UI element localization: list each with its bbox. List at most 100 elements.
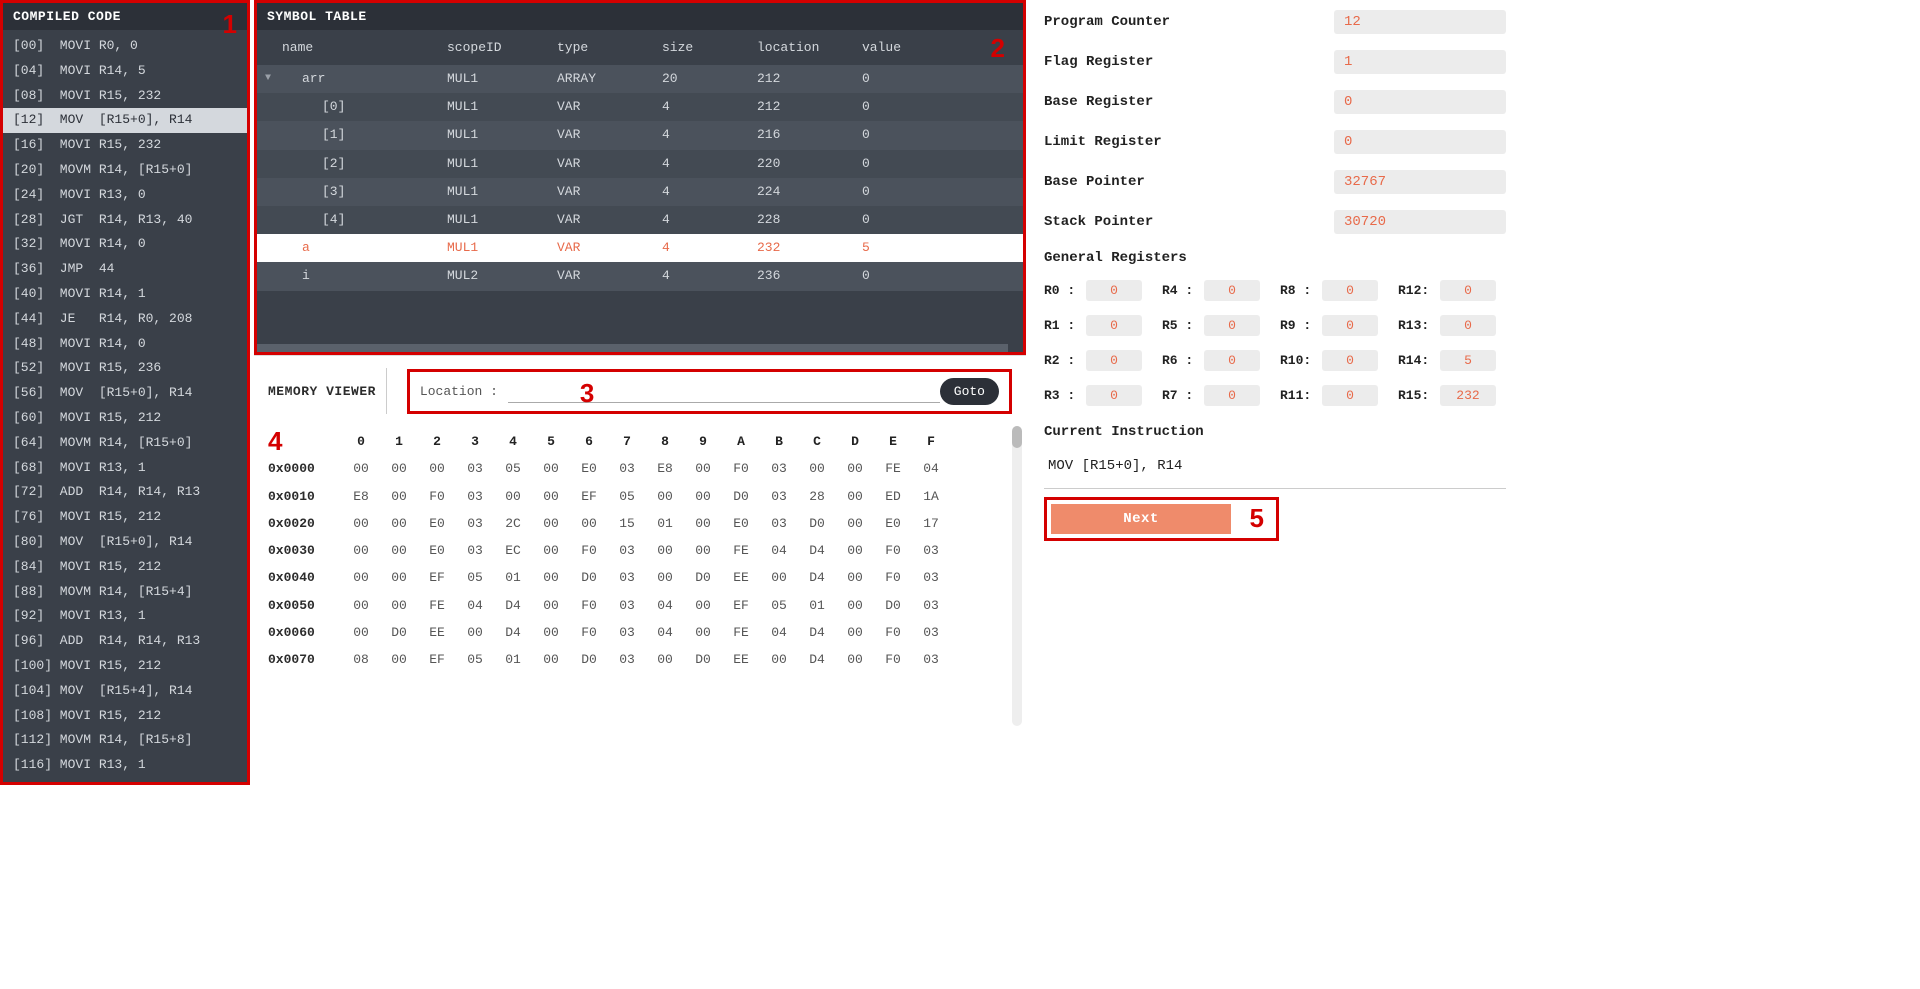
memory-cell[interactable]: FE bbox=[874, 455, 912, 482]
memory-cell[interactable]: 03 bbox=[912, 619, 950, 646]
memory-cell[interactable]: EF bbox=[570, 483, 608, 510]
symbol-row[interactable]: [3]MUL1VAR42240 bbox=[257, 178, 1023, 206]
memory-cell[interactable]: E8 bbox=[342, 483, 380, 510]
memory-cell[interactable]: 00 bbox=[684, 537, 722, 564]
code-line[interactable]: [20] MOVM R14, [R15+0] bbox=[3, 158, 247, 183]
code-line[interactable]: [88] MOVM R14, [R15+4] bbox=[3, 580, 247, 605]
memory-cell[interactable]: 00 bbox=[380, 564, 418, 591]
memory-cell[interactable]: 00 bbox=[684, 483, 722, 510]
memory-cell[interactable]: 00 bbox=[532, 510, 570, 537]
code-line[interactable]: [68] MOVI R13, 1 bbox=[3, 456, 247, 481]
code-line[interactable]: [00] MOVI R0, 0 bbox=[3, 34, 247, 59]
memory-cell[interactable]: 00 bbox=[684, 510, 722, 537]
goto-button[interactable]: Goto bbox=[940, 378, 999, 405]
code-line[interactable]: [44] JE R14, R0, 208 bbox=[3, 307, 247, 332]
memory-cell[interactable]: 01 bbox=[646, 510, 684, 537]
symbol-row[interactable]: [0]MUL1VAR42120 bbox=[257, 93, 1023, 121]
memory-cell[interactable]: D0 bbox=[798, 510, 836, 537]
memory-cell[interactable]: 00 bbox=[342, 592, 380, 619]
memory-cell[interactable]: F0 bbox=[722, 455, 760, 482]
symbol-row[interactable]: [2]MUL1VAR42200 bbox=[257, 150, 1023, 178]
memory-cell[interactable]: D4 bbox=[798, 619, 836, 646]
memory-cell[interactable]: 05 bbox=[456, 564, 494, 591]
symbol-row[interactable]: ▼arrMUL1ARRAY202120 bbox=[257, 65, 1023, 93]
memory-cell[interactable]: 00 bbox=[532, 455, 570, 482]
memory-cell[interactable]: 03 bbox=[608, 646, 646, 673]
memory-cell[interactable]: 00 bbox=[760, 564, 798, 591]
memory-cell[interactable]: D0 bbox=[874, 592, 912, 619]
memory-cell[interactable]: EF bbox=[418, 564, 456, 591]
next-button[interactable]: Next bbox=[1051, 504, 1231, 534]
code-line[interactable]: [36] JMP 44 bbox=[3, 257, 247, 282]
memory-cell[interactable]: 03 bbox=[912, 537, 950, 564]
memory-scrollbar[interactable] bbox=[1012, 426, 1022, 726]
memory-cell[interactable]: EC bbox=[494, 537, 532, 564]
code-line[interactable]: [104] MOV [R15+4], R14 bbox=[3, 679, 247, 704]
memory-cell[interactable]: 00 bbox=[532, 564, 570, 591]
memory-cell[interactable]: 00 bbox=[836, 455, 874, 482]
memory-cell[interactable]: 00 bbox=[532, 537, 570, 564]
memory-cell[interactable]: EF bbox=[418, 646, 456, 673]
code-line[interactable]: [28] JGT R14, R13, 40 bbox=[3, 208, 247, 233]
symbol-row[interactable]: [1]MUL1VAR42160 bbox=[257, 121, 1023, 149]
code-line[interactable]: [96] ADD R14, R14, R13 bbox=[3, 629, 247, 654]
memory-cell[interactable]: 28 bbox=[798, 483, 836, 510]
memory-cell[interactable]: 03 bbox=[760, 510, 798, 537]
memory-cell[interactable]: F0 bbox=[874, 646, 912, 673]
memory-cell[interactable]: D0 bbox=[722, 483, 760, 510]
memory-cell[interactable]: F0 bbox=[570, 592, 608, 619]
memory-cell[interactable]: 04 bbox=[912, 455, 950, 482]
memory-cell[interactable]: 00 bbox=[342, 455, 380, 482]
memory-cell[interactable]: 00 bbox=[342, 564, 380, 591]
memory-cell[interactable]: 03 bbox=[456, 455, 494, 482]
memory-cell[interactable]: 00 bbox=[684, 592, 722, 619]
code-line[interactable]: [24] MOVI R13, 0 bbox=[3, 183, 247, 208]
memory-cell[interactable]: F0 bbox=[874, 619, 912, 646]
memory-cell[interactable]: 00 bbox=[380, 455, 418, 482]
memory-cell[interactable]: 03 bbox=[608, 619, 646, 646]
memory-cell[interactable]: 00 bbox=[646, 646, 684, 673]
memory-cell[interactable]: 04 bbox=[760, 537, 798, 564]
memory-cell[interactable]: FE bbox=[418, 592, 456, 619]
memory-cell[interactable]: E0 bbox=[418, 510, 456, 537]
memory-cell[interactable]: 03 bbox=[608, 592, 646, 619]
memory-cell[interactable]: 00 bbox=[836, 646, 874, 673]
memory-cell[interactable]: FE bbox=[722, 537, 760, 564]
memory-cell[interactable]: 00 bbox=[798, 455, 836, 482]
code-line[interactable]: [84] MOVI R15, 212 bbox=[3, 555, 247, 580]
code-line[interactable]: [16] MOVI R15, 232 bbox=[3, 133, 247, 158]
memory-cell[interactable]: D0 bbox=[684, 564, 722, 591]
memory-cell[interactable]: 00 bbox=[684, 455, 722, 482]
memory-cell[interactable]: 03 bbox=[456, 483, 494, 510]
memory-cell[interactable]: 00 bbox=[342, 619, 380, 646]
memory-cell[interactable]: 00 bbox=[418, 455, 456, 482]
code-line[interactable]: [60] MOVI R15, 212 bbox=[3, 406, 247, 431]
memory-cell[interactable]: D0 bbox=[570, 646, 608, 673]
memory-cell[interactable]: E0 bbox=[418, 537, 456, 564]
memory-cell[interactable]: D4 bbox=[798, 646, 836, 673]
location-input[interactable] bbox=[508, 379, 940, 403]
memory-cell[interactable]: 00 bbox=[380, 646, 418, 673]
memory-cell[interactable]: 03 bbox=[456, 537, 494, 564]
memory-cell[interactable]: 00 bbox=[456, 619, 494, 646]
code-line[interactable]: [100] MOVI R15, 212 bbox=[3, 654, 247, 679]
memory-cell[interactable]: 00 bbox=[684, 619, 722, 646]
code-line[interactable]: [76] MOVI R15, 212 bbox=[3, 505, 247, 530]
code-line[interactable]: [52] MOVI R15, 236 bbox=[3, 356, 247, 381]
memory-cell[interactable]: 00 bbox=[836, 619, 874, 646]
code-line[interactable]: [80] MOV [R15+0], R14 bbox=[3, 530, 247, 555]
memory-cell[interactable]: 00 bbox=[380, 510, 418, 537]
symbol-row[interactable]: [4]MUL1VAR42280 bbox=[257, 206, 1023, 234]
memory-cell[interactable]: 2C bbox=[494, 510, 532, 537]
memory-cell[interactable]: EF bbox=[722, 592, 760, 619]
code-line[interactable]: [116] MOVI R13, 1 bbox=[3, 753, 247, 778]
caret-down-icon[interactable]: ▼ bbox=[265, 72, 271, 86]
memory-cell[interactable]: F0 bbox=[874, 564, 912, 591]
memory-cell[interactable]: 03 bbox=[912, 564, 950, 591]
memory-cell[interactable]: EE bbox=[722, 646, 760, 673]
memory-cell[interactable]: 00 bbox=[836, 592, 874, 619]
code-line[interactable]: [56] MOV [R15+0], R14 bbox=[3, 381, 247, 406]
code-line[interactable]: [04] MOVI R14, 5 bbox=[3, 59, 247, 84]
memory-cell[interactable]: 00 bbox=[570, 510, 608, 537]
memory-cell[interactable]: 00 bbox=[646, 483, 684, 510]
